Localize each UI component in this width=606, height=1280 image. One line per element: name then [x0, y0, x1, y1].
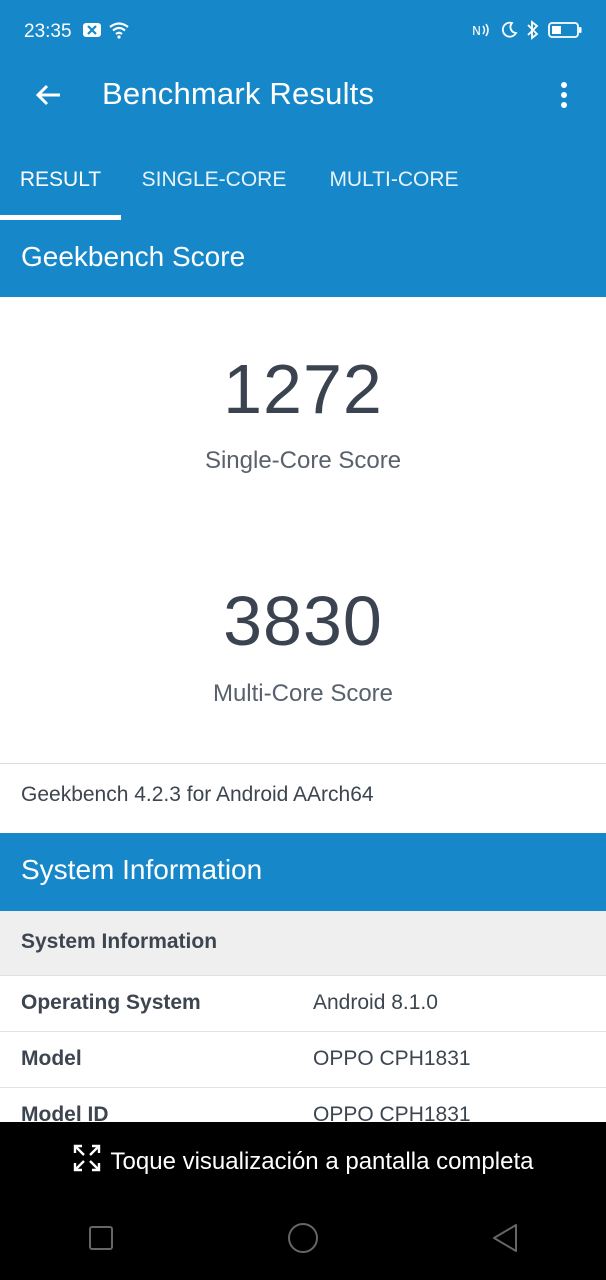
row-value: Android 8.1.0: [313, 991, 438, 1014]
app-bar: Benchmark Results: [0, 62, 606, 140]
score-panel: 1272 Single-Core Score 3830 Multi-Core S…: [0, 297, 606, 763]
system-information-subheader: System Information: [0, 911, 606, 975]
nfc-icon: N: [472, 22, 492, 43]
back-button[interactable]: [28, 77, 68, 117]
moon-icon: [500, 21, 518, 44]
single-core-score-label: Single-Core Score: [204, 447, 402, 474]
system-information-subheader-label: System Information: [21, 930, 218, 953]
system-nav-bar: [0, 1200, 606, 1280]
tab-single-core[interactable]: SINGLE-CORE: [128, 140, 300, 220]
nav-back-button[interactable]: [475, 1210, 535, 1270]
more-vertical-icon: [559, 80, 569, 115]
recents-button[interactable]: [71, 1210, 131, 1270]
notification-x-icon: [82, 22, 102, 43]
divider: [0, 763, 606, 764]
overflow-menu-button[interactable]: [544, 77, 584, 117]
system-information-header-label: System Information: [21, 854, 263, 885]
back-triangle-icon: [491, 1223, 519, 1258]
recents-square-icon: [88, 1225, 114, 1256]
page-title: Benchmark Results: [102, 76, 375, 111]
fullscreen-icon: [73, 1144, 101, 1179]
wifi-icon: [108, 21, 130, 44]
row-key: Operating System: [21, 991, 201, 1014]
table-row: Model OPPO CPH1831: [0, 1031, 606, 1087]
home-button[interactable]: [273, 1210, 333, 1270]
row-value: OPPO CPH1831: [313, 1047, 471, 1070]
geekbench-score-header: Geekbench Score: [0, 220, 606, 297]
svg-text:N: N: [472, 24, 481, 38]
multi-core-score-label: Multi-Core Score: [212, 680, 394, 707]
fullscreen-toast[interactable]: Toque visualización a pantalla completa: [0, 1144, 606, 1179]
single-core-score-value: 1272: [223, 350, 383, 428]
system-information-header: System Information: [0, 833, 606, 911]
bluetooth-icon: [526, 20, 540, 45]
battery-icon: [548, 21, 582, 44]
arrow-left-icon: [33, 80, 63, 115]
tab-bar: RESULT SINGLE-CORE MULTI-CORE: [0, 140, 606, 220]
status-time: 23:35: [24, 21, 72, 42]
tab-result[interactable]: RESULT: [0, 140, 121, 220]
status-bar: 23:35 N: [0, 0, 606, 62]
home-circle-icon: [286, 1221, 320, 1260]
tab-multi-core[interactable]: MULTI-CORE: [315, 140, 473, 220]
table-row: Operating System Android 8.1.0: [0, 975, 606, 1031]
multi-core-score-value: 3830: [223, 582, 383, 660]
fullscreen-toast-text: Toque visualización a pantalla completa: [110, 1147, 534, 1175]
geekbench-score-header-label: Geekbench Score: [21, 241, 246, 272]
geekbench-version: Geekbench 4.2.3 for Android AArch64: [21, 783, 374, 806]
row-key: Model: [21, 1047, 82, 1070]
